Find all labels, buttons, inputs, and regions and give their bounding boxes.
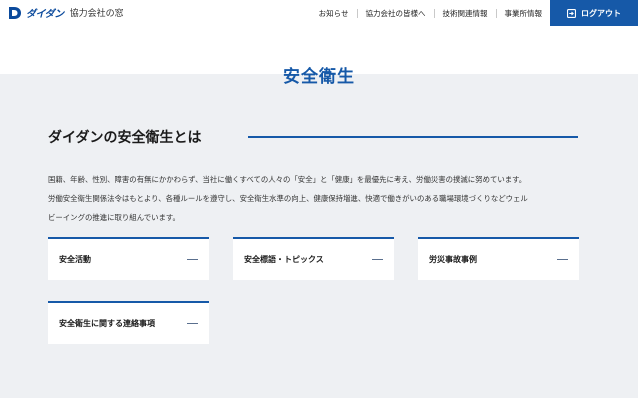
nav-item-technical-info[interactable]: 技術関連情報 <box>435 8 497 18</box>
card-safety-activities[interactable]: 安全活動 <box>48 237 209 280</box>
site-logo[interactable]: ダイダン 協力会社の窓 <box>8 5 124 20</box>
card-safety-notices[interactable]: 安全衛生に関する連絡事項 <box>48 301 209 344</box>
section-description: 国籍、年齢、性別、障害の有無にかかわらず、当社に働くすべての人々の「安全」と「健… <box>48 170 588 227</box>
dash-icon <box>187 259 198 260</box>
section-title: ダイダンの安全衛生とは <box>48 130 202 146</box>
main-nav: お知らせ 協力会社の皆様へ 技術関連情報 事業所情報 <box>311 0 550 26</box>
card-accident-cases[interactable]: 労災事故事例 <box>418 237 579 280</box>
dash-icon <box>187 323 198 324</box>
page-title: 安全衛生 <box>283 67 355 87</box>
card-label: 安全活動 <box>59 255 91 264</box>
logout-icon <box>567 8 576 18</box>
description-line: 労働安全衛生関係法令はもとより、各種ルールを遵守し、安全衛生水準の向上、健康保持… <box>48 194 528 203</box>
description-line: 国籍、年齢、性別、障害の有無にかかわらず、当社に働くすべての人々の「安全」と「健… <box>48 175 527 184</box>
card-safety-slogans-topics[interactable]: 安全標語・トピックス <box>233 237 394 280</box>
card-label: 安全標語・トピックス <box>244 255 324 264</box>
card-label: 安全衛生に関する連絡事項 <box>59 319 155 328</box>
card-label: 労災事故事例 <box>429 255 477 264</box>
description-line: ビーイングの推進に取り組んでいます。 <box>48 213 180 222</box>
nav-item-offices[interactable]: 事業所情報 <box>497 9 551 18</box>
logout-label: ログアウト <box>581 8 621 18</box>
nav-item-for-partners[interactable]: 協力会社の皆様へ <box>358 8 435 18</box>
nav-item-news[interactable]: お知らせ <box>311 8 358 18</box>
site-header: ダイダン 協力会社の窓 お知らせ 協力会社の皆様へ 技術関連情報 事業所情報 ロ… <box>0 0 638 26</box>
site-subtitle: 協力会社の窓 <box>69 9 124 19</box>
section-divider <box>248 136 578 138</box>
daidan-logo-icon <box>9 6 21 19</box>
dash-icon <box>557 259 568 260</box>
logout-button[interactable]: ログアウト <box>550 0 638 26</box>
dash-icon <box>372 259 383 260</box>
brand-name: ダイダン <box>26 9 64 20</box>
